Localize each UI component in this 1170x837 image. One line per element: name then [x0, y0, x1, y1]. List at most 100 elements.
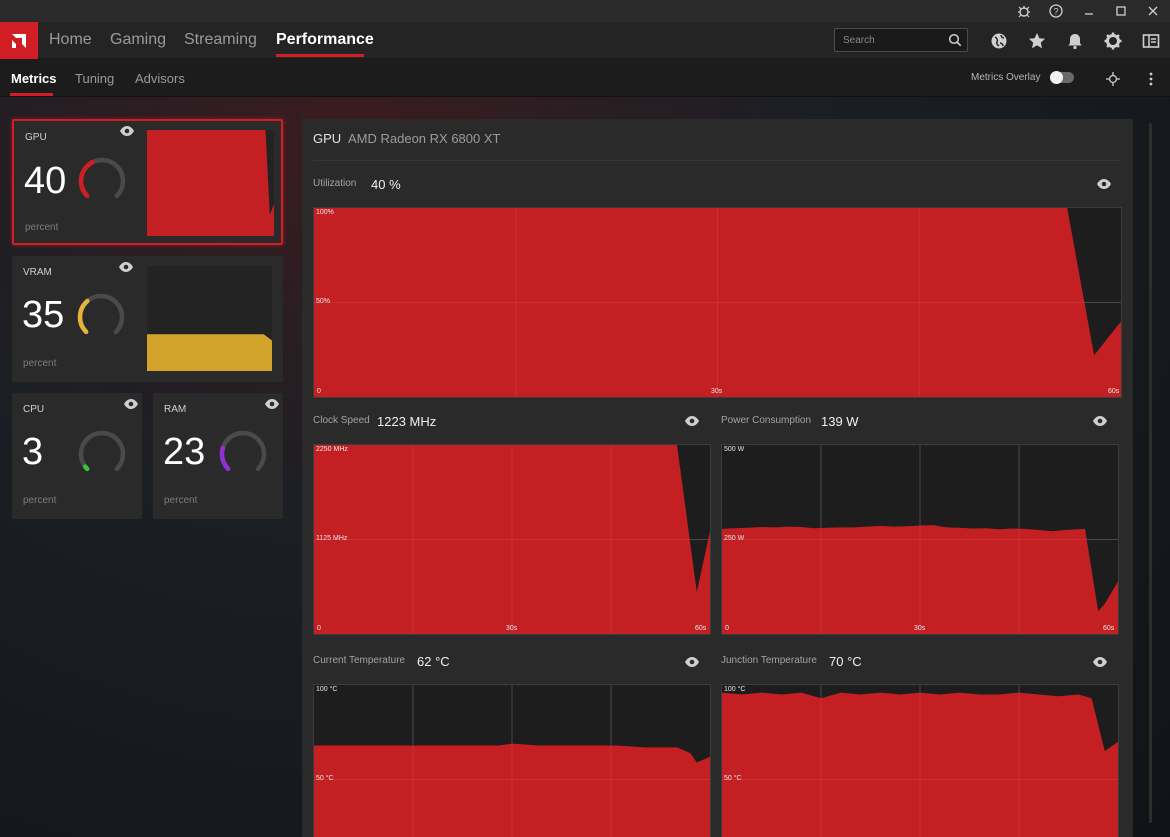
- amd-logo[interactable]: [0, 22, 38, 59]
- search-icon[interactable]: [948, 33, 962, 47]
- eye-icon[interactable]: [1092, 656, 1108, 668]
- top-navigation: Home Gaming Streaming Performance: [0, 22, 1170, 59]
- card-unit: percent: [23, 495, 57, 506]
- divider: [313, 160, 1121, 161]
- current-temperature-chart-svg: [314, 685, 710, 837]
- clock-speed-chart: 2250 MHz 1125 MHz 0 30s 60s: [313, 444, 711, 635]
- x-tick-label: 60s: [1108, 388, 1120, 395]
- nav-tab-streaming[interactable]: Streaming: [184, 31, 257, 49]
- y-tick-label: 50 °C: [724, 775, 742, 782]
- card-value: 35: [22, 294, 65, 336]
- subtab-metrics[interactable]: Metrics: [11, 71, 57, 86]
- x-tick-label: 60s: [695, 625, 707, 632]
- current-temperature-value: 62 °C: [417, 654, 450, 669]
- card-label: GPU: [25, 132, 47, 143]
- y-tick-label: 50 °C: [316, 775, 334, 782]
- toggle-knob: [1050, 71, 1063, 84]
- bell-icon[interactable]: [1065, 31, 1085, 51]
- gpu-card[interactable]: GPU 40 percent: [12, 119, 283, 245]
- card-value: 40: [24, 160, 67, 202]
- clock-speed-chart-svg: [314, 445, 710, 634]
- current-temperature-label: Current Temperature: [313, 655, 406, 666]
- gauge-fill: [219, 445, 231, 472]
- vram-gauge: [77, 293, 125, 335]
- x-tick-label: 0: [725, 625, 729, 632]
- active-tab-indicator: [276, 54, 364, 57]
- y-tick-label: 100%: [316, 209, 334, 216]
- globe-icon[interactable]: [989, 31, 1009, 51]
- y-tick-label: 50%: [316, 298, 331, 305]
- metrics-overlay-label: Metrics Overlay: [971, 72, 1041, 83]
- cpu-gauge: [78, 430, 126, 472]
- card-value: 3: [22, 431, 44, 473]
- x-tick-label: 0: [317, 625, 321, 632]
- app-window: ? Home Gaming Streaming Performance Sear…: [0, 0, 1170, 837]
- clock-speed-value: 1223 MHz: [377, 414, 437, 429]
- y-tick-label: 1125 MHz: [316, 535, 348, 542]
- gauge-fill: [77, 298, 90, 335]
- current-temperature-chart: 100 °C 50 °C: [313, 684, 711, 837]
- crosshair-icon[interactable]: [1105, 71, 1121, 87]
- star-icon[interactable]: [1027, 31, 1047, 51]
- utilization-chart-svg: [314, 208, 1121, 397]
- subtab-advisors[interactable]: Advisors: [135, 71, 185, 86]
- nav-tab-home[interactable]: Home: [49, 31, 92, 49]
- clock-speed-label: Clock Speed: [313, 415, 370, 426]
- help-icon[interactable]: ?: [1048, 3, 1064, 19]
- eye-icon[interactable]: [264, 398, 280, 410]
- svg-text:?: ?: [1053, 7, 1058, 17]
- nav-tab-performance[interactable]: Performance: [276, 31, 374, 49]
- gpu-detail-panel: GPU AMD Radeon RX 6800 XT Utilization 40…: [302, 119, 1133, 837]
- power-label: Power Consumption: [721, 415, 812, 426]
- gpu_spark-area: [147, 130, 274, 236]
- utilization-value: 40 %: [371, 177, 401, 192]
- utilization-label: Utilization: [313, 178, 357, 189]
- metrics-overlay-toggle[interactable]: [1050, 71, 1074, 84]
- eye-icon[interactable]: [119, 125, 135, 137]
- scrollbar[interactable]: [1149, 123, 1152, 823]
- power-chart: 500 W 250 W 0 30s 60s: [721, 444, 1119, 635]
- ram-card[interactable]: RAM 23 percent: [153, 393, 283, 519]
- junction-temperature-label: Junction Temperature: [721, 655, 817, 666]
- vram_spark-area: [147, 334, 272, 371]
- layout-icon[interactable]: [1141, 31, 1161, 51]
- more-options-icon[interactable]: [1143, 71, 1159, 87]
- subtab-tuning[interactable]: Tuning: [75, 71, 114, 86]
- close-icon[interactable]: [1145, 3, 1161, 19]
- gauge-track: [78, 430, 126, 472]
- panel-title: GPU: [313, 131, 342, 146]
- eye-icon[interactable]: [123, 398, 139, 410]
- x-tick-label: 0: [317, 388, 321, 395]
- bug-icon[interactable]: [1016, 3, 1032, 19]
- nav-tab-gaming[interactable]: Gaming: [110, 31, 166, 49]
- card-label: CPU: [23, 404, 45, 415]
- cpu-card[interactable]: CPU 3 percent: [12, 393, 142, 519]
- amd-logo-icon: [12, 33, 26, 48]
- junction-temperature-chart-svg: [722, 685, 1118, 837]
- title-bar: ?: [0, 0, 1170, 22]
- eye-icon[interactable]: [684, 415, 700, 427]
- active-subtab-indicator: [10, 93, 53, 96]
- y-tick-label: 250 W: [724, 535, 745, 542]
- sub-navigation: Metrics Tuning Advisors Metrics Overlay: [0, 59, 1170, 97]
- vram-sparkline-svg: [147, 334, 272, 371]
- gpu-gauge: [78, 157, 126, 199]
- eye-icon[interactable]: [1092, 415, 1108, 427]
- gauge-fill: [78, 160, 95, 199]
- eye-icon[interactable]: [1096, 178, 1112, 190]
- panel-subtitle: AMD Radeon RX 6800 XT: [348, 131, 501, 146]
- x-tick-label: 30s: [914, 625, 926, 632]
- x-tick-label: 30s: [711, 388, 723, 395]
- search-box[interactable]: [834, 28, 968, 52]
- utilization-chart: 100% 50% 0 30s 60s: [313, 207, 1122, 398]
- search-input[interactable]: [843, 33, 943, 47]
- power-value: 139 W: [821, 414, 859, 429]
- gauge-fill: [82, 464, 90, 472]
- maximize-icon[interactable]: [1113, 3, 1129, 19]
- vram-card[interactable]: VRAM 35 percent: [12, 256, 283, 382]
- eye-icon[interactable]: [684, 656, 700, 668]
- minimize-icon[interactable]: [1081, 3, 1097, 19]
- eye-icon[interactable]: [118, 261, 134, 273]
- gear-icon[interactable]: [1103, 31, 1123, 51]
- card-unit: percent: [23, 358, 57, 369]
